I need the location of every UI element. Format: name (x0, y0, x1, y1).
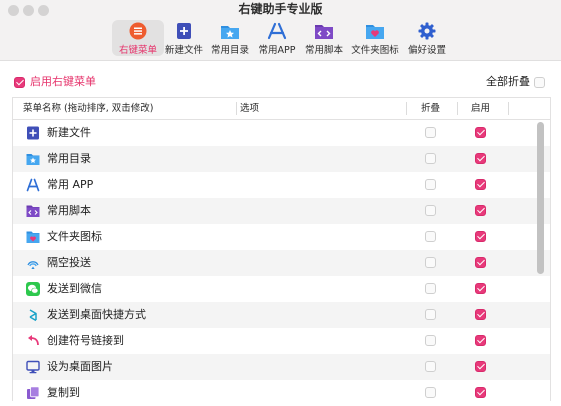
column-header-fold[interactable]: 折叠 (421, 98, 440, 119)
column-header-enable[interactable]: 启用 (471, 98, 490, 119)
fold-checkbox[interactable] (425, 127, 436, 138)
enable-checkbox[interactable] (475, 231, 486, 242)
enable-checkbox[interactable] (475, 335, 486, 346)
menu-items-table: 菜单名称 (拖动排序, 双击修改) 选项 折叠 启用 新建文件 常用目录 常用 … (12, 97, 551, 401)
folder-heart-icon (26, 231, 40, 243)
row-name: 发送到微信 (47, 282, 102, 295)
enable-checkbox[interactable] (475, 205, 486, 216)
enable-checkbox[interactable] (475, 283, 486, 294)
shortcut-icon (29, 309, 37, 322)
column-header-options[interactable]: 选项 (240, 98, 259, 119)
app-store-icon (26, 178, 40, 192)
column-header-name[interactable]: 菜单名称 (拖动排序, 双击修改) (23, 98, 153, 119)
column-divider[interactable] (457, 102, 458, 115)
row-name: 发送到桌面快捷方式 (47, 308, 146, 321)
row-name: 新建文件 (47, 126, 91, 139)
collapse-all-checkbox[interactable] (534, 77, 545, 88)
fold-checkbox[interactable] (425, 153, 436, 164)
folder-star-icon (221, 26, 239, 39)
fold-checkbox[interactable] (425, 179, 436, 190)
table-row[interactable]: 发送到微信 (13, 276, 550, 302)
script-icon (315, 25, 333, 39)
new-file-icon (177, 23, 191, 39)
tab-folder-icons[interactable]: 文件夹图标 (349, 20, 401, 56)
window-title: 右键助手专业版 (238, 2, 323, 16)
table-row[interactable]: 常用脚本 (13, 198, 550, 224)
table-row[interactable]: 设为桌面图片 (13, 354, 550, 380)
airdrop-icon (27, 261, 39, 269)
fold-checkbox[interactable] (425, 361, 436, 372)
row-name: 复制到 (47, 386, 80, 399)
enable-checkbox[interactable] (475, 127, 486, 138)
row-name: 常用目录 (47, 152, 91, 165)
enable-checkbox[interactable] (475, 309, 486, 320)
script-icon (26, 205, 40, 217)
row-name: 创建符号链接到 (47, 334, 124, 347)
table-row[interactable]: 隔空投送 (13, 250, 550, 276)
enable-checkbox[interactable] (475, 387, 486, 398)
window-titlebar: 右键助手专业版 右键菜单 新建文件 常用目录 常用APP 常用脚本 文件夹图标 … (0, 0, 561, 61)
fold-checkbox[interactable] (425, 205, 436, 216)
vertical-scrollbar[interactable] (537, 122, 544, 274)
row-name: 常用脚本 (47, 204, 91, 217)
enable-checkbox[interactable] (475, 361, 486, 372)
enable-context-menu-label: 启用右键菜单 (30, 75, 96, 88)
folder-heart-icon (366, 25, 384, 39)
wechat-icon (26, 282, 40, 296)
table-row[interactable]: 新建文件 (13, 120, 550, 146)
enable-checkbox[interactable] (475, 153, 486, 164)
copy-to-icon (27, 386, 40, 399)
row-name: 常用 APP (47, 178, 94, 191)
row-name: 设为桌面图片 (47, 360, 113, 373)
tab-label: 偏好设置 (407, 45, 446, 56)
fold-checkbox[interactable] (425, 283, 436, 294)
fold-checkbox[interactable] (425, 387, 436, 398)
tab-preferences[interactable]: 偏好设置 (401, 20, 453, 56)
collapse-all-label: 全部折叠 (486, 75, 530, 88)
fold-checkbox[interactable] (425, 309, 436, 320)
fold-checkbox[interactable] (425, 335, 436, 346)
desktop-picture-icon (26, 360, 40, 374)
gear-icon (418, 22, 436, 40)
new-file-icon (27, 126, 39, 140)
table-row[interactable]: 发送到桌面快捷方式 (13, 302, 550, 328)
table-header: 菜单名称 (拖动排序, 双击修改) 选项 折叠 启用 (13, 98, 550, 120)
column-divider[interactable] (508, 102, 509, 115)
folder-star-icon (26, 154, 40, 165)
app-store-icon (267, 22, 287, 40)
enable-checkbox[interactable] (475, 179, 486, 190)
row-name: 隔空投送 (47, 256, 91, 269)
enable-checkbox[interactable] (475, 257, 486, 268)
column-divider[interactable] (406, 102, 407, 115)
table-row[interactable]: 文件夹图标 (13, 224, 550, 250)
column-divider[interactable] (236, 102, 237, 115)
fold-checkbox[interactable] (425, 231, 436, 242)
fold-checkbox[interactable] (425, 257, 436, 268)
row-name: 文件夹图标 (47, 230, 102, 243)
symlink-icon (28, 335, 39, 346)
table-row[interactable]: 常用 APP (13, 172, 550, 198)
table-row[interactable]: 常用目录 (13, 146, 550, 172)
table-row[interactable]: 复制到 (13, 380, 550, 406)
table-row[interactable]: 创建符号链接到 (13, 328, 550, 354)
enable-context-menu-checkbox[interactable] (14, 77, 25, 88)
menu-list-icon (129, 22, 147, 40)
